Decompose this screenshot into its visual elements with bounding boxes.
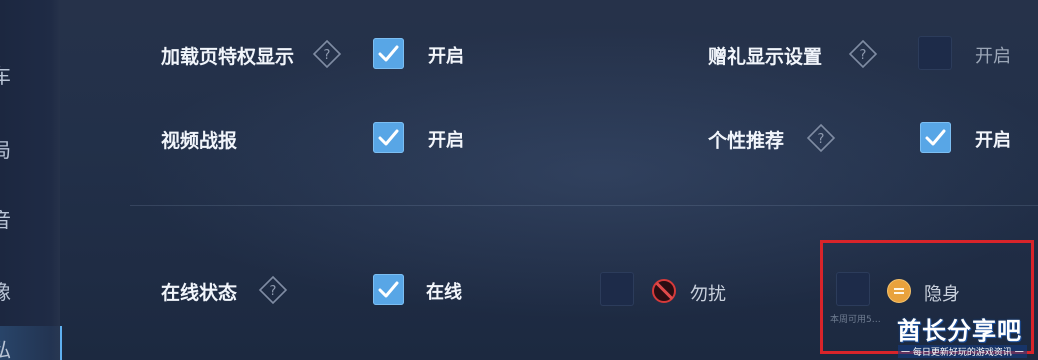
watermark-title: 酋长分享吧	[897, 317, 1022, 345]
checkmark-icon	[378, 281, 399, 298]
sidebar-item-4[interactable]: 像	[0, 276, 18, 305]
personal-recommend-option: 开启	[975, 130, 1011, 151]
gift-display-checkbox[interactable]	[918, 36, 952, 70]
loading-privilege-option: 开启	[428, 46, 464, 67]
help-icon[interactable]: ?	[258, 275, 288, 305]
help-icon[interactable]: ?	[848, 39, 878, 69]
sidebar-item-label: 车	[0, 64, 11, 88]
loading-privilege-checkbox[interactable]	[373, 38, 404, 69]
svg-text:?: ?	[860, 48, 867, 63]
personal-recommend-checkbox[interactable]	[920, 122, 951, 153]
gift-display-label: 赠礼显示设置	[708, 46, 823, 68]
svg-text:?: ?	[270, 284, 277, 299]
personal-recommend-label: 个性推荐	[708, 130, 785, 152]
watermark-subtitle: 一 每日更新好玩的游戏资讯 一	[898, 345, 1027, 358]
video-report-option: 开启	[428, 130, 464, 151]
loading-privilege-label: 加载页特权显示	[161, 46, 295, 68]
sidebar-item-label: 局	[0, 138, 11, 162]
svg-text:?: ?	[324, 48, 331, 63]
svg-text:?: ?	[818, 132, 825, 147]
checkmark-icon	[378, 45, 399, 62]
sidebar: 车 局 音 像 私	[0, 0, 62, 360]
help-icon[interactable]: ?	[806, 123, 836, 153]
online-status-label: 在线状态	[161, 282, 238, 304]
sidebar-item-3[interactable]: 音	[0, 204, 18, 233]
help-icon[interactable]: ?	[312, 39, 342, 69]
checkmark-icon	[378, 129, 399, 146]
settings-screen: 车 局 音 像 私 加载页特权显示 ? 开启 赠礼显示设置 ?	[0, 0, 1038, 360]
do-not-disturb-icon	[652, 279, 676, 303]
busy-option-label: 勿扰	[690, 284, 726, 305]
video-report-label: 视频战报	[161, 130, 238, 152]
checkmark-icon	[925, 129, 946, 146]
sidebar-item-label: 私	[0, 338, 11, 360]
online-option-label: 在线	[426, 282, 462, 303]
video-report-checkbox[interactable]	[373, 122, 404, 153]
sidebar-item-2[interactable]: 局	[0, 134, 18, 163]
section-divider	[130, 205, 1038, 206]
sidebar-item-label: 像	[0, 280, 11, 304]
sidebar-item-label: 音	[0, 208, 11, 232]
gift-display-option: 开启	[975, 46, 1011, 67]
online-status-online-radio[interactable]	[373, 274, 404, 305]
sidebar-item-privacy[interactable]: 私	[0, 326, 62, 360]
online-status-busy-radio[interactable]	[600, 272, 634, 306]
sidebar-item-1[interactable]: 车	[0, 60, 18, 89]
